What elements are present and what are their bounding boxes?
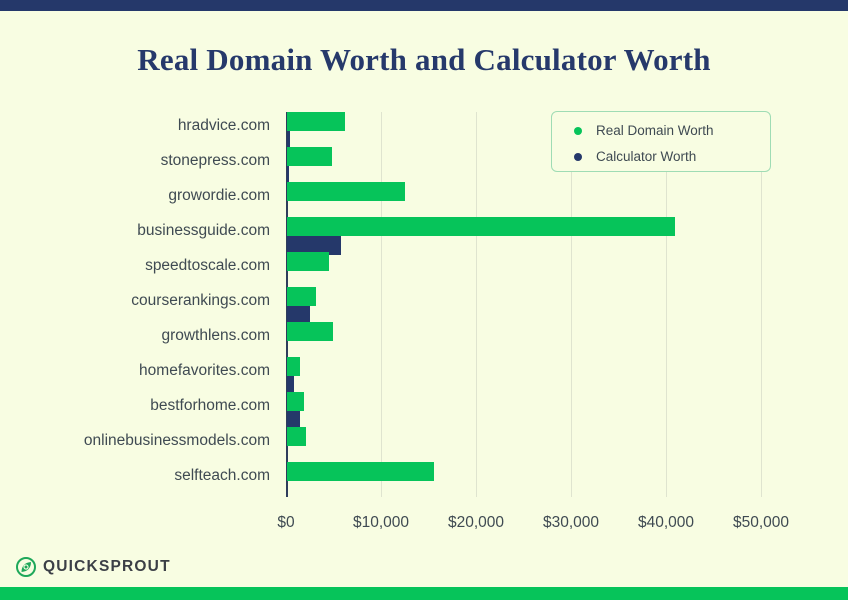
bar-real-domain-worth (287, 392, 304, 411)
chart-legend: Real Domain Worth Calculator Worth (551, 111, 771, 172)
bar-real-domain-worth (287, 112, 345, 131)
quicksprout-logo: QUICKSPROUT (16, 556, 171, 578)
x-axis-tick-label: $40,000 (637, 514, 695, 531)
bar-real-domain-worth (287, 427, 306, 446)
x-axis-tick-label: $30,000 (542, 514, 600, 531)
legend-dot-icon (574, 127, 582, 135)
chart-row: onlinebusinessmodels.com (0, 427, 848, 462)
y-axis-label: bestforhome.com (150, 397, 270, 414)
quicksprout-leaf-icon (16, 557, 36, 577)
y-axis-label: businessguide.com (137, 222, 270, 239)
legend-label: Real Domain Worth (596, 123, 714, 138)
y-axis-label: growthlens.com (161, 327, 270, 344)
logo-wordmark: QUICKSPROUT (43, 558, 171, 575)
bar-real-domain-worth (287, 357, 301, 376)
chart-row: growthlens.com (0, 322, 848, 357)
chart-row: homefavorites.com (0, 357, 848, 395)
top-accent-bar (0, 0, 848, 11)
bar-real-domain-worth (287, 322, 333, 341)
y-axis-label: courserankings.com (131, 292, 270, 309)
bar-real-domain-worth (287, 182, 405, 201)
chart-row: growordie.com (0, 182, 848, 217)
x-axis-tick-label: $0 (277, 514, 295, 531)
chart-row: businessguide.com (0, 217, 848, 255)
bottom-accent-bar (0, 587, 848, 600)
chart-row: bestforhome.com (0, 392, 848, 430)
x-axis-tick-label: $20,000 (447, 514, 505, 531)
legend-dot-icon (574, 153, 582, 161)
x-axis-tick-label: $10,000 (352, 514, 410, 531)
bar-real-domain-worth (287, 217, 675, 236)
legend-item-real-domain-worth: Real Domain Worth (574, 123, 714, 138)
legend-item-calculator-worth: Calculator Worth (574, 149, 696, 164)
bar-real-domain-worth (287, 147, 332, 166)
page-title: Real Domain Worth and Calculator Worth (137, 42, 711, 77)
bar-real-domain-worth (287, 462, 435, 481)
chart-row: speedtoscale.com (0, 252, 848, 287)
y-axis-label: stonepress.com (160, 152, 270, 169)
y-axis-label: selfteach.com (174, 467, 270, 484)
x-axis-ticks: $0 $10,000 $20,000 $30,000 $40,000 $50,000 (0, 502, 848, 542)
y-axis-label: homefavorites.com (139, 362, 270, 379)
bar-real-domain-worth (287, 287, 317, 306)
y-axis-label: hradvice.com (177, 117, 270, 134)
chart-row: courserankings.com (0, 287, 848, 325)
legend-label: Calculator Worth (596, 149, 697, 164)
x-axis-tick-label: $50,000 (732, 514, 790, 531)
y-axis-label: speedtoscale.com (145, 257, 270, 274)
bar-real-domain-worth (287, 252, 329, 271)
y-axis-label: onlinebusinessmodels.com (83, 432, 270, 449)
y-axis-label: growordie.com (168, 187, 270, 204)
chart-row: selfteach.com (0, 462, 848, 497)
